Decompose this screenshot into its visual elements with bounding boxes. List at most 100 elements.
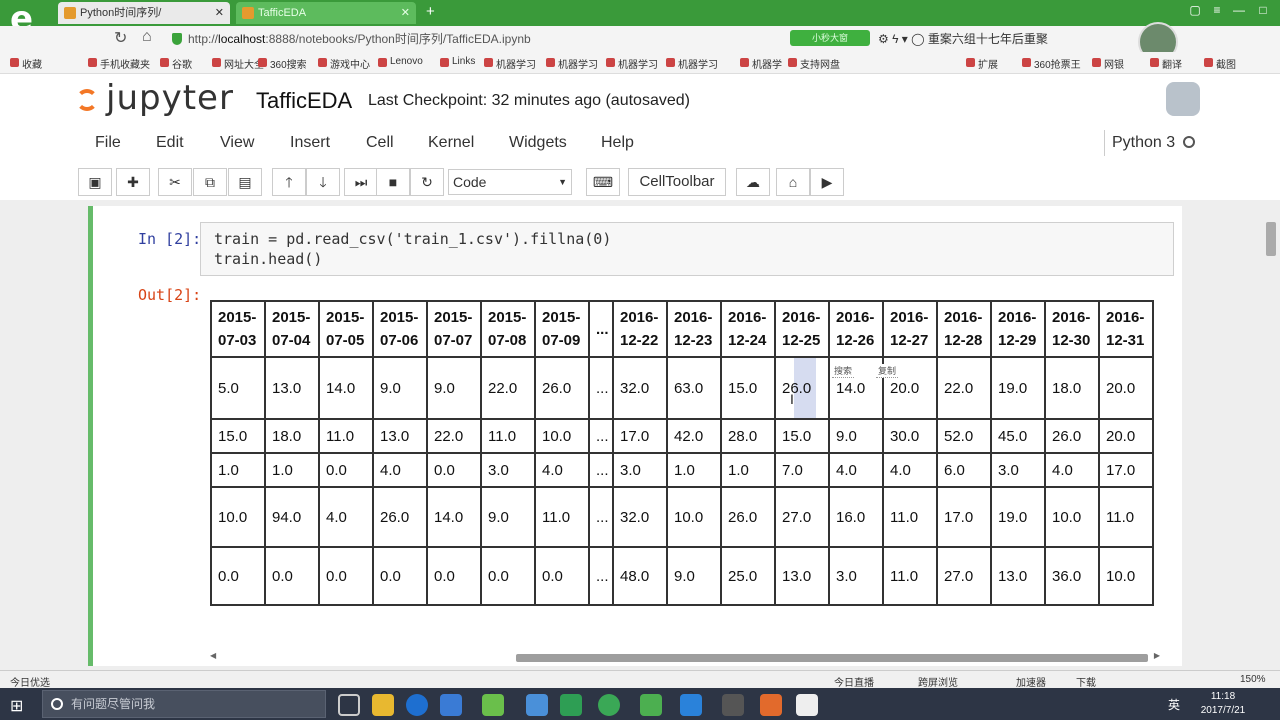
table-cell[interactable]: 32.0 [612, 486, 668, 548]
app-icon[interactable] [796, 694, 818, 716]
table-cell[interactable]: 0.0 [372, 546, 428, 606]
table-cell[interactable]: 13.0 [774, 546, 830, 606]
table-cell[interactable]: 63.0 [666, 356, 722, 420]
context-hint-copy[interactable]: 复制 [876, 364, 899, 378]
menu-widgets[interactable]: Widgets [509, 134, 567, 152]
table-cell[interactable]: 13.0 [372, 418, 428, 454]
copy-button[interactable]: ⧉ [193, 168, 227, 196]
table-cell[interactable]: 17.0 [612, 418, 668, 454]
app-icon[interactable] [680, 694, 702, 716]
table-cell[interactable]: 1.0 [210, 452, 266, 488]
table-cell[interactable]: 9.0 [426, 356, 482, 420]
interrupt-button[interactable]: ■ [376, 168, 410, 196]
taskbar-clock[interactable]: 11:18 2017/7/21 [1196, 690, 1250, 718]
bookmark-item[interactable]: 支持网盘 [788, 56, 840, 71]
table-cell[interactable]: 27.0 [936, 546, 992, 606]
app-icon[interactable] [482, 694, 504, 716]
upload-button[interactable]: ☁ [736, 168, 770, 196]
table-cell[interactable]: 22.0 [936, 356, 992, 420]
table-cell[interactable]: 6.0 [936, 452, 992, 488]
restart-button[interactable]: ↻ [410, 168, 444, 196]
code-line[interactable]: train.head() [214, 250, 322, 268]
bookmark-item[interactable]: 机器学习 [484, 56, 536, 71]
table-cell[interactable]: 10.0 [666, 486, 722, 548]
menu-file[interactable]: File [95, 134, 121, 152]
bookmark-item[interactable]: Lenovo [378, 56, 423, 67]
bookmark-item[interactable]: 360抢票王 [1022, 56, 1081, 71]
table-cell[interactable]: ... [588, 418, 614, 454]
browser-tab[interactable]: Python时间序列/ ✕ [58, 2, 230, 24]
maximize-icon[interactable]: □ [1254, 3, 1272, 17]
table-cell[interactable]: 19.0 [990, 486, 1046, 548]
address-extensions[interactable]: ⚙ ϟ ▾ ◯ 重案六组十七年后重聚 [878, 30, 1048, 47]
bookmark-item[interactable]: Links [440, 56, 475, 67]
table-cell[interactable]: 4.0 [1044, 452, 1100, 488]
file-explorer-icon[interactable] [372, 694, 394, 716]
close-tab-icon[interactable]: ✕ [401, 2, 410, 24]
table-cell[interactable]: 11.0 [1098, 486, 1154, 548]
table-cell[interactable]: 18.0 [264, 418, 320, 454]
table-cell[interactable]: 11.0 [534, 486, 590, 548]
table-cell[interactable]: 5.0 [210, 356, 266, 420]
table-cell[interactable]: 13.0 [990, 546, 1046, 606]
table-cell[interactable]: 45.0 [990, 418, 1046, 454]
table-cell[interactable]: 3.0 [828, 546, 884, 606]
table-cell[interactable]: 4.0 [372, 452, 428, 488]
table-cell[interactable]: 0.0 [264, 546, 320, 606]
table-cell[interactable]: 22.0 [480, 356, 536, 420]
table-cell[interactable]: ... [588, 486, 614, 548]
app-icon[interactable] [560, 694, 582, 716]
table-cell[interactable]: 9.0 [666, 546, 722, 606]
table-cell[interactable]: 0.0 [210, 546, 266, 606]
app-icon[interactable] [722, 694, 744, 716]
edge-icon[interactable] [406, 694, 428, 716]
command-palette-button[interactable]: ⌨ [586, 168, 620, 196]
table-cell[interactable]: 1.0 [666, 452, 722, 488]
table-cell[interactable]: 11.0 [882, 546, 938, 606]
table-cell[interactable]: 1.0 [264, 452, 320, 488]
table-cell[interactable]: 9.0 [480, 486, 536, 548]
url-input[interactable]: http://localhost:8888/notebooks/Python时间… [168, 29, 788, 49]
table-cell[interactable]: ... [588, 356, 614, 420]
table-cell[interactable]: 32.0 [612, 356, 668, 420]
table-cell[interactable]: 14.0 [318, 356, 374, 420]
jupyter-logo[interactable]: jupyter [76, 78, 234, 118]
windows-start-icon[interactable]: ⊞ [10, 696, 23, 716]
table-cell[interactable]: 0.0 [480, 546, 536, 606]
table-cell[interactable]: 27.0 [774, 486, 830, 548]
table-cell[interactable]: 14.0 [426, 486, 482, 548]
paste-button[interactable]: ▤ [228, 168, 262, 196]
save-button[interactable]: ▣ [78, 168, 112, 196]
status-item[interactable]: 今日直播 [834, 674, 874, 689]
table-cell[interactable]: 19.0 [990, 356, 1046, 420]
menu-cell[interactable]: Cell [366, 134, 394, 152]
home-icon[interactable]: ⌂ [142, 28, 152, 46]
scroll-right-icon[interactable]: ▶ [1154, 651, 1160, 660]
status-item[interactable]: 跨屏浏览 [918, 674, 958, 689]
table-cell[interactable]: 26.0 [372, 486, 428, 548]
table-cell[interactable]: 20.0 [1098, 418, 1154, 454]
table-cell[interactable]: 4.0 [534, 452, 590, 488]
table-cell[interactable]: 0.0 [426, 452, 482, 488]
minimize-icon[interactable]: — [1230, 3, 1248, 17]
context-hint-search[interactable]: 搜索 [832, 364, 855, 378]
menu-view[interactable]: View [220, 134, 254, 152]
table-cell[interactable]: 10.0 [210, 486, 266, 548]
bookmark-item[interactable]: 网银 [1092, 56, 1124, 71]
celltoolbar-button[interactable]: CellToolbar [628, 168, 726, 196]
table-cell[interactable]: 0.0 [318, 452, 374, 488]
menu-kernel[interactable]: Kernel [428, 134, 474, 152]
slideshow-button[interactable]: ▶ [810, 168, 844, 196]
bookmark-item[interactable]: 收藏 [10, 56, 42, 71]
task-view-icon[interactable] [338, 694, 360, 716]
table-cell[interactable]: 4.0 [318, 486, 374, 548]
zoom-level[interactable]: 150% [1240, 674, 1266, 685]
status-item[interactable]: 下载 [1076, 674, 1096, 689]
table-cell[interactable]: 30.0 [882, 418, 938, 454]
table-cell[interactable]: 15.0 [720, 356, 776, 420]
table-cell[interactable]: 48.0 [612, 546, 668, 606]
bookmark-item[interactable]: 网址大全 [212, 56, 264, 71]
table-cell[interactable]: 28.0 [720, 418, 776, 454]
close-tab-icon[interactable]: ✕ [215, 2, 224, 24]
table-cell[interactable]: 0.0 [426, 546, 482, 606]
